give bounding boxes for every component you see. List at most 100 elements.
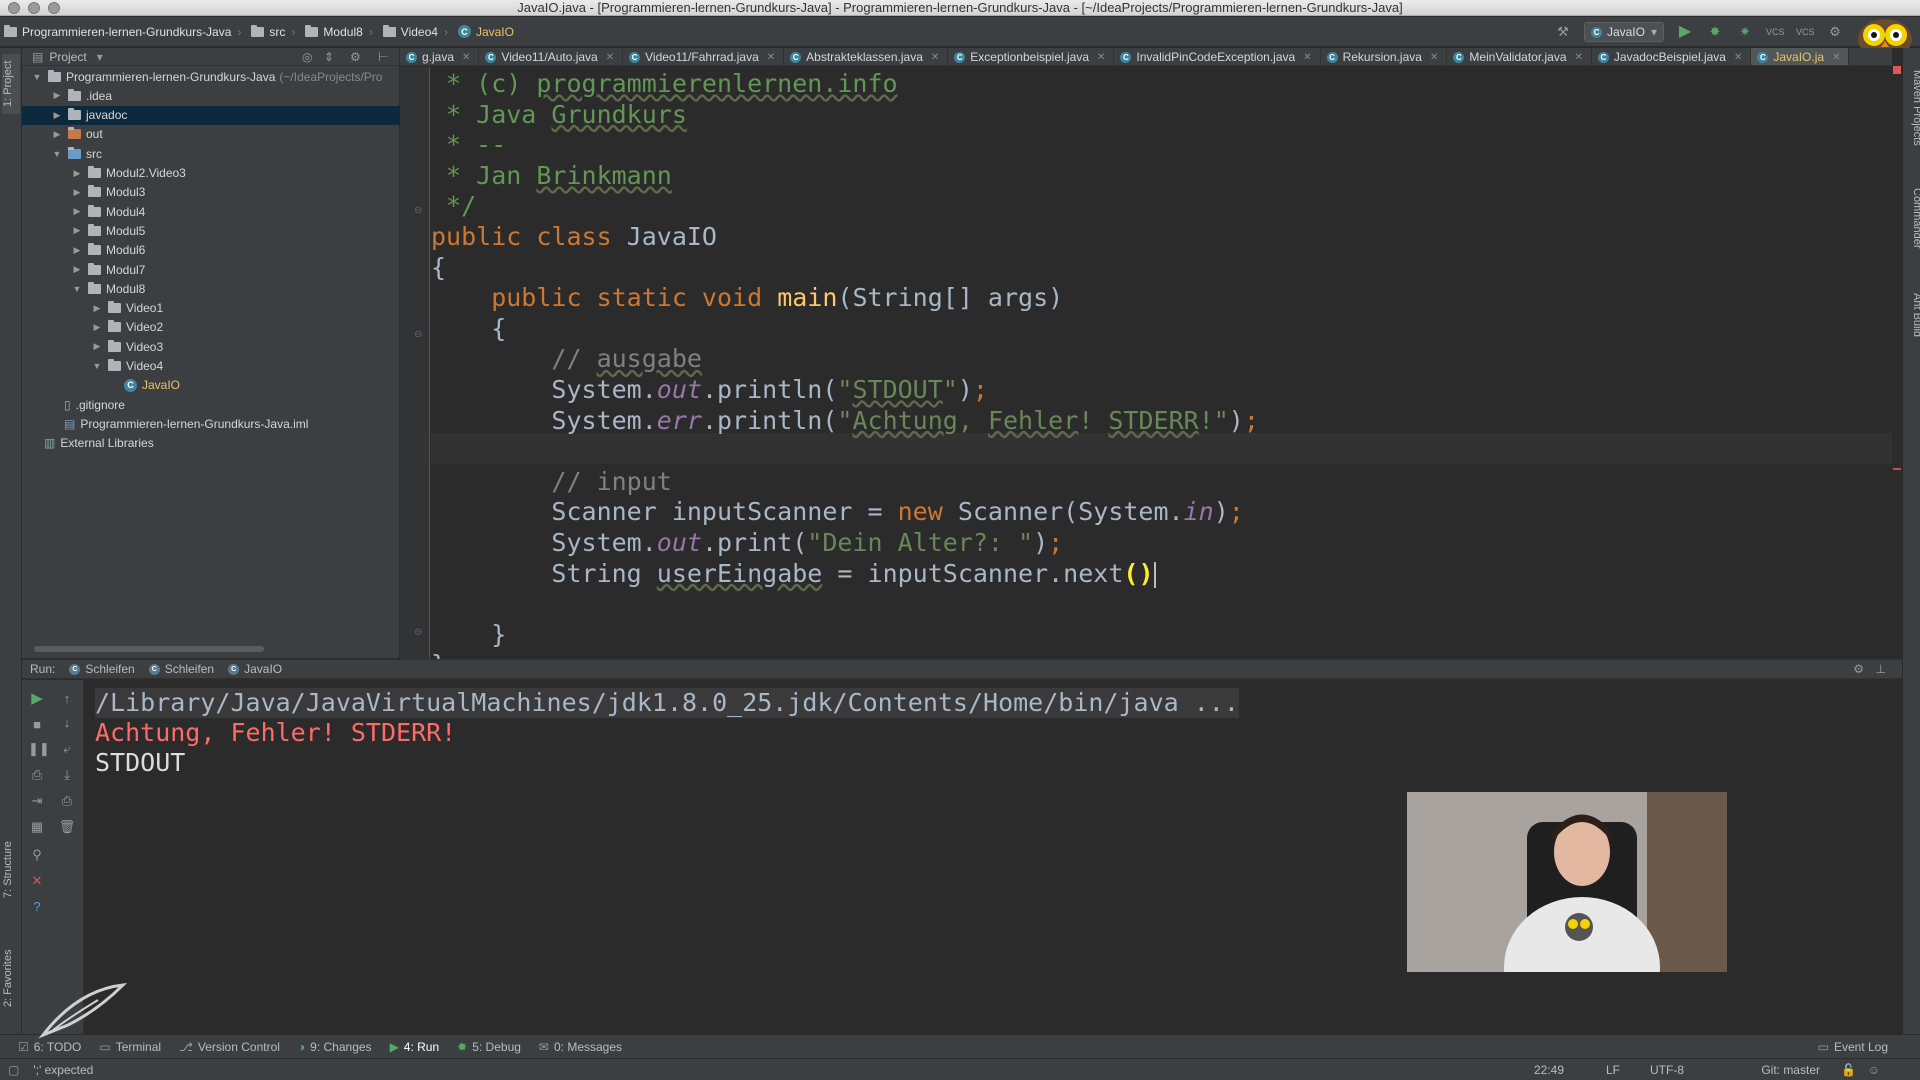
tree-item[interactable]: ▼ Programmieren-lernen-Grundkurs-Java (~/… — [22, 67, 400, 86]
line-separator[interactable]: LF — [1606, 1063, 1620, 1077]
editor-gutter[interactable]: ⊖ ⊖ ⊖ — [400, 67, 430, 659]
horizontal-scrollbar[interactable] — [34, 646, 264, 652]
error-marker[interactable] — [1893, 468, 1901, 470]
layout-icon[interactable]: ▦ — [28, 818, 46, 836]
tree-item[interactable]: ▶ out — [22, 125, 400, 144]
editor-tab[interactable]: C Video11/Fahrrad.java ✕ — [623, 48, 785, 65]
breadcrumb-javaio[interactable]: C JavaIO — [454, 21, 520, 43]
collapse-all-icon[interactable]: ⇕ — [324, 50, 334, 64]
run-configuration-select[interactable]: C JavaIO ▾ — [1583, 22, 1664, 42]
gear-icon[interactable]: ⚙ — [350, 50, 361, 64]
editor-tab[interactable]: C JavaIO.ja ✕ — [1751, 48, 1850, 65]
breadcrumb-video4[interactable]: Video4 › — [379, 21, 454, 43]
tree-item[interactable]: ▶ Video3 — [22, 337, 400, 356]
chevron-right-icon[interactable]: ▶ — [70, 225, 84, 236]
coverage-icon[interactable]: ✷ — [1736, 23, 1754, 41]
close-tab-icon[interactable]: ✕ — [1575, 52, 1583, 63]
tree-item[interactable]: ▯ .gitignore — [22, 395, 400, 414]
editor-tab[interactable]: C Exceptionbeispiel.java ✕ — [948, 48, 1115, 65]
pause-icon[interactable]: ❚❚ — [28, 740, 50, 758]
settings-icon[interactable]: ⚙ — [1826, 23, 1844, 41]
tab-structure[interactable]: 7: Structure — [2, 828, 20, 912]
tree-item[interactable]: ▼ Video4 — [22, 357, 400, 376]
tree-item[interactable]: ▶ Modul3 — [22, 183, 400, 202]
scroll-to-end-icon[interactable]: ⤓ — [58, 766, 76, 784]
tree-item[interactable]: C JavaIO — [22, 376, 400, 395]
tree-item[interactable]: ▶ Modul6 — [22, 241, 400, 260]
close-tab-icon[interactable]: ✕ — [1097, 52, 1105, 63]
arrow-up-icon[interactable]: ↑ — [58, 690, 76, 708]
breadcrumb-project[interactable]: Programmieren-lernen-Grundkurs-Java › — [0, 21, 247, 43]
panel-toggle-icon[interactable]: ▢ — [8, 1063, 19, 1077]
editor-tab[interactable]: Cg.java ✕ — [400, 48, 480, 65]
trash-icon[interactable]: 🗑 — [58, 818, 76, 836]
soft-wrap-icon[interactable]: ⤶ — [58, 740, 76, 758]
chevron-down-icon[interactable]: ▼ — [30, 72, 44, 82]
chevron-down-icon[interactable]: ▼ — [90, 361, 104, 371]
hide-panel-icon[interactable]: ⊥ — [1876, 662, 1886, 676]
play-icon[interactable]: ▶ — [1676, 23, 1694, 41]
git-branch[interactable]: Git: master — [1761, 1063, 1820, 1077]
close-tab-icon[interactable]: ✕ — [767, 52, 775, 63]
help-icon[interactable]: ? — [28, 898, 46, 916]
tree-item[interactable]: ▶ Modul2.Video3 — [22, 164, 400, 183]
tree-item[interactable]: ▶ Video1 — [22, 299, 400, 318]
chevron-down-icon[interactable]: ▼ — [50, 149, 64, 159]
close-icon[interactable]: ✕ — [28, 872, 46, 890]
build-icon[interactable]: ⚒ — [1554, 23, 1572, 41]
pin-icon[interactable]: ⚲ — [28, 846, 46, 864]
zoom-window-icon[interactable] — [48, 2, 60, 14]
close-tab-icon[interactable]: ✕ — [462, 52, 470, 63]
fold-marker-icon[interactable]: ⊖ — [414, 205, 422, 216]
chevron-right-icon[interactable]: ▶ — [70, 187, 84, 198]
tab-commander[interactable]: Commander — [1905, 178, 1920, 258]
run-tab-schleifen-1[interactable]: C Schleifen — [69, 662, 135, 676]
inspector-icon[interactable]: ☺ — [1868, 1063, 1880, 1077]
tool-window-6-todo[interactable]: ☑ 6: TODO — [18, 1040, 81, 1054]
tool-window-4-run[interactable]: ▶ 4: Run — [390, 1040, 440, 1054]
locate-icon[interactable]: ◎ — [302, 50, 312, 64]
breadcrumb-src[interactable]: src › — [247, 21, 301, 43]
fold-marker-icon[interactable]: ⊖ — [414, 627, 422, 638]
chevron-right-icon[interactable]: ▶ — [50, 129, 64, 140]
event-log-button[interactable]: ▭ Event Log — [1818, 1040, 1888, 1054]
tree-item[interactable]: ▶ Modul7 — [22, 260, 400, 279]
tree-item[interactable]: ▥ External Libraries — [22, 434, 400, 453]
exit-icon[interactable]: ⇥ — [28, 792, 46, 810]
lock-icon[interactable]: 🔓 — [1841, 1063, 1856, 1077]
chevron-right-icon[interactable]: ▶ — [70, 168, 84, 179]
project-view-select[interactable]: Project — [49, 50, 86, 64]
close-tab-icon[interactable]: ✕ — [931, 52, 939, 63]
tool-window-9-changes[interactable]: ◑ 9: Changes — [298, 1040, 372, 1054]
tree-item[interactable]: ▤ Programmieren-lernen-Grundkurs-Java.iml — [22, 414, 400, 433]
tree-item[interactable]: ▶ .idea — [22, 86, 400, 105]
dump-threads-icon[interactable]: ⎙ — [28, 766, 46, 784]
tree-item[interactable]: ▼ Modul8 — [22, 279, 400, 298]
editor-scrollbar[interactable] — [1892, 48, 1902, 659]
editor-tab[interactable]: C Abstrakteklassen.java ✕ — [784, 48, 949, 65]
close-tab-icon[interactable]: ✕ — [1734, 52, 1742, 63]
chevron-right-icon[interactable]: ▶ — [70, 264, 84, 275]
chevron-right-icon[interactable]: ▶ — [90, 322, 104, 333]
editor-tab[interactable]: C Rekursion.java ✕ — [1321, 48, 1448, 65]
tree-item[interactable]: ▶ Modul5 — [22, 221, 400, 240]
breadcrumb-modul8[interactable]: Modul8 › — [301, 21, 378, 43]
chevron-right-icon[interactable]: ▶ — [70, 206, 84, 217]
fold-marker-icon[interactable]: ⊖ — [414, 329, 422, 340]
tab-maven-projects[interactable]: Maven Projects — [1905, 60, 1920, 156]
minimize-window-icon[interactable] — [28, 2, 40, 14]
editor-tab[interactable]: C JavadocBeispiel.java ✕ — [1592, 48, 1752, 65]
arrow-down-icon[interactable]: ↓ — [58, 714, 76, 732]
tree-item[interactable]: ▶ javadoc — [22, 105, 400, 125]
tab-project[interactable]: 1: Project — [2, 54, 20, 114]
chevron-right-icon[interactable]: ▶ — [70, 245, 84, 256]
gear-icon[interactable]: ⚙ — [1853, 662, 1864, 676]
hide-panel-icon[interactable]: ⊢ — [378, 50, 388, 64]
close-tab-icon[interactable]: ✕ — [1832, 52, 1840, 63]
chevron-right-icon[interactable]: ▶ — [50, 110, 64, 121]
run-tab-javaio[interactable]: C JavaIO — [228, 662, 282, 676]
tab-ant-build[interactable]: Ant Build — [1905, 280, 1920, 350]
tool-window-0-messages[interactable]: ✉ 0: Messages — [539, 1040, 622, 1054]
editor-tab[interactable]: C InvalidPinCodeException.java ✕ — [1114, 48, 1321, 65]
editor-tab[interactable]: C Video11/Auto.java ✕ — [479, 48, 624, 65]
